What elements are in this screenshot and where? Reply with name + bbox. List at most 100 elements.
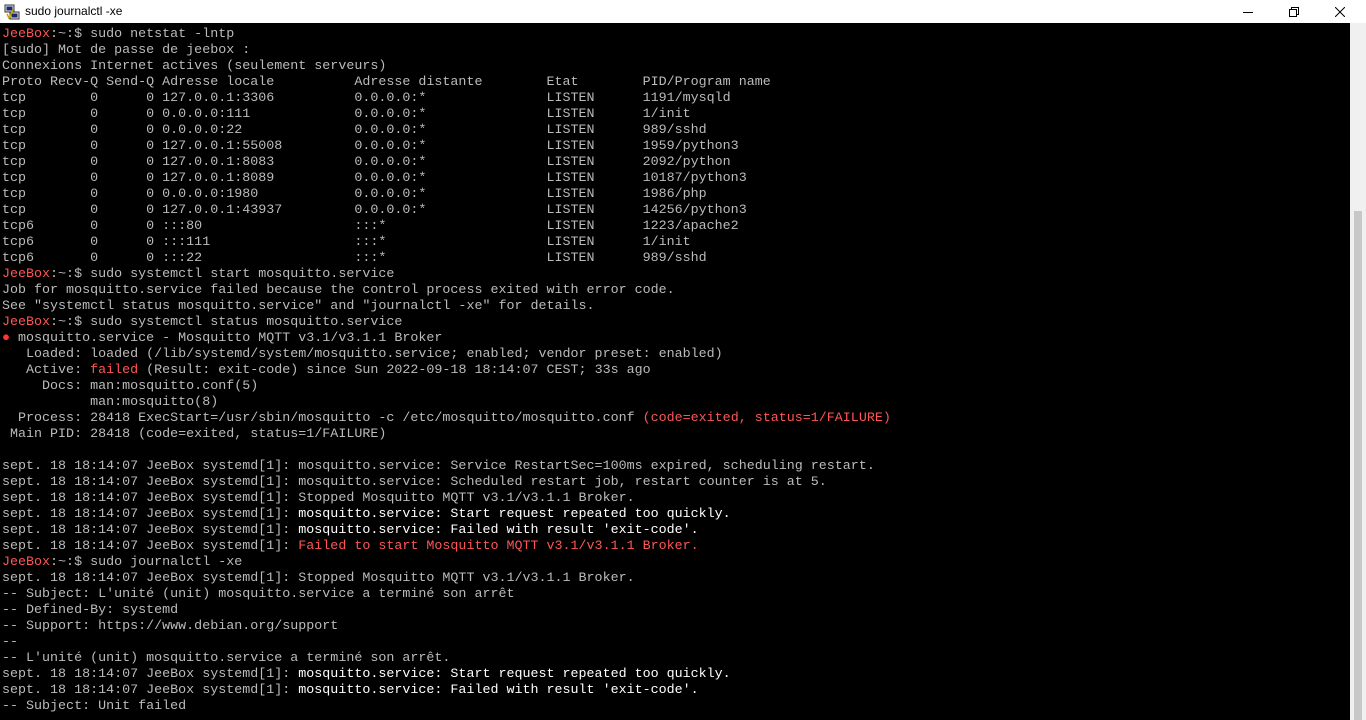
terminal-text: tcp 0 0 127.0.0.1:43937 0.0.0.0:* LISTEN… — [2, 203, 747, 218]
terminal-text: Loaded: loaded (/lib/systemd/system/mosq… — [2, 347, 723, 362]
terminal-text: See "systemctl status mosquitto.service"… — [2, 299, 595, 314]
terminal-text: Connexions Internet actives (seulement s… — [2, 59, 387, 74]
terminal-text: Process: 28418 ExecStart=/usr/sbin/mosqu… — [2, 411, 643, 426]
terminal-output[interactable]: JeeBox:~:$ sudo netstat -lntp [sudo] Mot … — [0, 23, 1350, 720]
terminal-line: tcp 0 0 127.0.0.1:3306 0.0.0.0:* LISTEN … — [2, 91, 891, 107]
terminal-text: tcp 0 0 0.0.0.0:111 0.0.0.0:* LISTEN 1/i… — [2, 107, 691, 122]
terminal-line: tcp 0 0 127.0.0.1:8089 0.0.0.0:* LISTEN … — [2, 171, 891, 187]
terminal-text: sept. 18 18:14:07 JeeBox systemd[1]: — [2, 523, 299, 538]
terminal-line: -- L'unité (unit) mosquitto.service a te… — [2, 651, 891, 667]
terminal-text: Job for mosquitto.service failed because… — [2, 283, 675, 298]
prompt-host: JeeBox — [2, 555, 51, 570]
terminal-text: sept. 18 18:14:07 JeeBox systemd[1]: — [2, 667, 299, 682]
terminal-line: -- Subject: Unit failed — [2, 699, 891, 715]
terminal-line: sept. 18 18:14:07 JeeBox systemd[1]: Sto… — [2, 491, 891, 507]
terminal-text: failed — [90, 363, 139, 378]
terminal-text: sept. 18 18:14:07 JeeBox systemd[1]: Sto… — [2, 571, 635, 586]
terminal-text: mosquitto.service: Failed with result 'e… — [298, 683, 699, 698]
terminal-line: tcp 0 0 127.0.0.1:8083 0.0.0.0:* LISTEN … — [2, 155, 891, 171]
terminal-text: sept. 18 18:14:07 JeeBox systemd[1]: mos… — [2, 459, 875, 474]
minimize-button[interactable] — [1225, 0, 1271, 23]
terminal-text: Proto Recv-Q Send-Q Adresse locale Adres… — [2, 75, 771, 90]
restore-icon — [1289, 6, 1299, 17]
terminal-line: Main PID: 28418 (code=exited, status=1/F… — [2, 427, 891, 443]
terminal-line: tcp 0 0 127.0.0.1:55008 0.0.0.0:* LISTEN… — [2, 139, 891, 155]
terminal-line: tcp6 0 0 :::111 :::* LISTEN 1/init — [2, 235, 891, 251]
terminal-text: sept. 18 18:14:07 JeeBox systemd[1]: Sto… — [2, 491, 635, 506]
terminal-line: Proto Recv-Q Send-Q Adresse locale Adres… — [2, 75, 891, 91]
terminal-text: mosquitto.service: Start request repeate… — [298, 667, 731, 682]
terminal-line: [sudo] Mot de passe de jeebox : — [2, 43, 891, 59]
terminal-line: tcp 0 0 0.0.0.0:22 0.0.0.0:* LISTEN 989/… — [2, 123, 891, 139]
scrollbar-thumb[interactable] — [1354, 211, 1362, 720]
terminal-text: :~:$ sudo systemctl start mosquitto.serv… — [50, 267, 395, 282]
terminal-line: sept. 18 18:14:07 JeeBox systemd[1]: mos… — [2, 667, 891, 683]
terminal-lines: JeeBox:~:$ sudo netstat -lntp [sudo] Mot … — [2, 27, 891, 715]
terminal-text: (Result: exit-code) since Sun 2022-09-18… — [138, 363, 651, 378]
terminal-text: Docs: man:mosquitto.conf(5) — [2, 379, 259, 394]
terminal-line: tcp6 0 0 :::80 :::* LISTEN 1223/apache2 — [2, 219, 891, 235]
prompt-host: JeeBox — [2, 27, 51, 42]
close-icon — [1335, 6, 1345, 17]
terminal-text: -- — [2, 635, 19, 650]
terminal-text: tcp6 0 0 :::80 :::* LISTEN 1223/apache2 — [2, 219, 739, 234]
terminal-line: JeeBox:~:$ sudo netstat -lntp — [2, 27, 891, 43]
terminal-line: JeeBox:~:$ sudo systemctl start mosquitt… — [2, 267, 891, 283]
terminal-text: tcp 0 0 127.0.0.1:3306 0.0.0.0:* LISTEN … — [2, 91, 731, 106]
title-bar: sudo journalctl -xe — [0, 0, 1366, 23]
terminal-text: tcp 0 0 127.0.0.1:8089 0.0.0.0:* LISTEN … — [2, 171, 747, 186]
terminal-text: sept. 18 18:14:07 JeeBox systemd[1]: mos… — [2, 475, 827, 490]
terminal-text: tcp 0 0 127.0.0.1:55008 0.0.0.0:* LISTEN… — [2, 139, 739, 154]
terminal-line: See "systemctl status mosquitto.service"… — [2, 299, 891, 315]
terminal-text: (code=exited, status=1/FAILURE) — [642, 411, 891, 426]
terminal-line: sept. 18 18:14:07 JeeBox systemd[1]: mos… — [2, 507, 891, 523]
terminal-text: Failed to start Mosquitto MQTT v3.1/v3.1… — [298, 539, 699, 554]
terminal-text: [sudo] Mot de passe de jeebox : — [2, 43, 251, 58]
terminal-text: tcp6 0 0 :::111 :::* LISTEN 1/init — [2, 235, 691, 250]
vertical-scrollbar[interactable] — [1350, 23, 1366, 720]
terminal-line: JeeBox:~:$ sudo systemctl status mosquit… — [2, 315, 891, 331]
terminal-text: sept. 18 18:14:07 JeeBox systemd[1]: — [2, 539, 299, 554]
terminal-line: Connexions Internet actives (seulement s… — [2, 59, 891, 75]
maximize-button[interactable] — [1271, 0, 1317, 23]
terminal-line: -- Subject: L'unité (unit) mosquitto.ser… — [2, 587, 891, 603]
terminal-line: sept. 18 18:14:07 JeeBox systemd[1]: Sto… — [2, 571, 891, 587]
terminal-text: tcp 0 0 127.0.0.1:8083 0.0.0.0:* LISTEN … — [2, 155, 731, 170]
terminal-text: sept. 18 18:14:07 JeeBox systemd[1]: — [2, 683, 299, 698]
terminal-text: :~:$ sudo netstat -lntp — [50, 27, 235, 42]
terminal-line: JeeBox:~:$ sudo journalctl -xe — [2, 555, 891, 571]
terminal-text: man:mosquitto(8) — [2, 395, 219, 410]
terminal-line: sept. 18 18:14:07 JeeBox systemd[1]: mos… — [2, 475, 891, 491]
terminal-line: tcp6 0 0 :::22 :::* LISTEN 989/sshd — [2, 251, 891, 267]
terminal-text: sept. 18 18:14:07 JeeBox systemd[1]: — [2, 507, 299, 522]
terminal-text: tcp 0 0 0.0.0.0:1980 0.0.0.0:* LISTEN 19… — [2, 187, 707, 202]
terminal-text: -- Defined-By: systemd — [2, 603, 179, 618]
terminal-line: sept. 18 18:14:07 JeeBox systemd[1]: mos… — [2, 523, 891, 539]
terminal-line: man:mosquitto(8) — [2, 395, 891, 411]
terminal-text: Main PID: 28418 (code=exited, status=1/F… — [2, 427, 387, 442]
terminal-text: -- Support: https://www.debian.org/suppo… — [2, 619, 339, 634]
terminal-line: -- Support: https://www.debian.org/suppo… — [2, 619, 891, 635]
terminal-line: ● mosquitto.service - Mosquitto MQTT v3.… — [2, 331, 891, 347]
terminal-text: mosquitto.service: Start request repeate… — [298, 507, 731, 522]
window-title: sudo journalctl -xe — [25, 4, 123, 18]
prompt-host: JeeBox — [2, 267, 51, 282]
terminal-line: -- — [2, 635, 891, 651]
terminal-line: Job for mosquitto.service failed because… — [2, 283, 891, 299]
terminal-text: mosquitto.service - Mosquitto MQTT v3.1/… — [10, 331, 443, 346]
terminal-line: Docs: man:mosquitto.conf(5) — [2, 379, 891, 395]
putty-icon[interactable] — [4, 4, 20, 20]
terminal-line: tcp 0 0 127.0.0.1:43937 0.0.0.0:* LISTEN… — [2, 203, 891, 219]
terminal-line: Loaded: loaded (/lib/systemd/system/mosq… — [2, 347, 891, 363]
terminal-line: sept. 18 18:14:07 JeeBox systemd[1]: mos… — [2, 459, 891, 475]
close-button[interactable] — [1317, 0, 1363, 23]
terminal-text: Active: — [2, 363, 91, 378]
terminal-line: tcp 0 0 0.0.0.0:111 0.0.0.0:* LISTEN 1/i… — [2, 107, 891, 123]
terminal-text: mosquitto.service: Failed with result 'e… — [298, 523, 699, 538]
status-bullet-icon: ● — [2, 331, 11, 346]
terminal-line: tcp 0 0 0.0.0.0:1980 0.0.0.0:* LISTEN 19… — [2, 187, 891, 203]
terminal-text: -- L'unité (unit) mosquitto.service a te… — [2, 651, 451, 666]
terminal-line: sept. 18 18:14:07 JeeBox systemd[1]: Fai… — [2, 539, 891, 555]
terminal-text: -- Subject: Unit failed — [2, 699, 187, 714]
